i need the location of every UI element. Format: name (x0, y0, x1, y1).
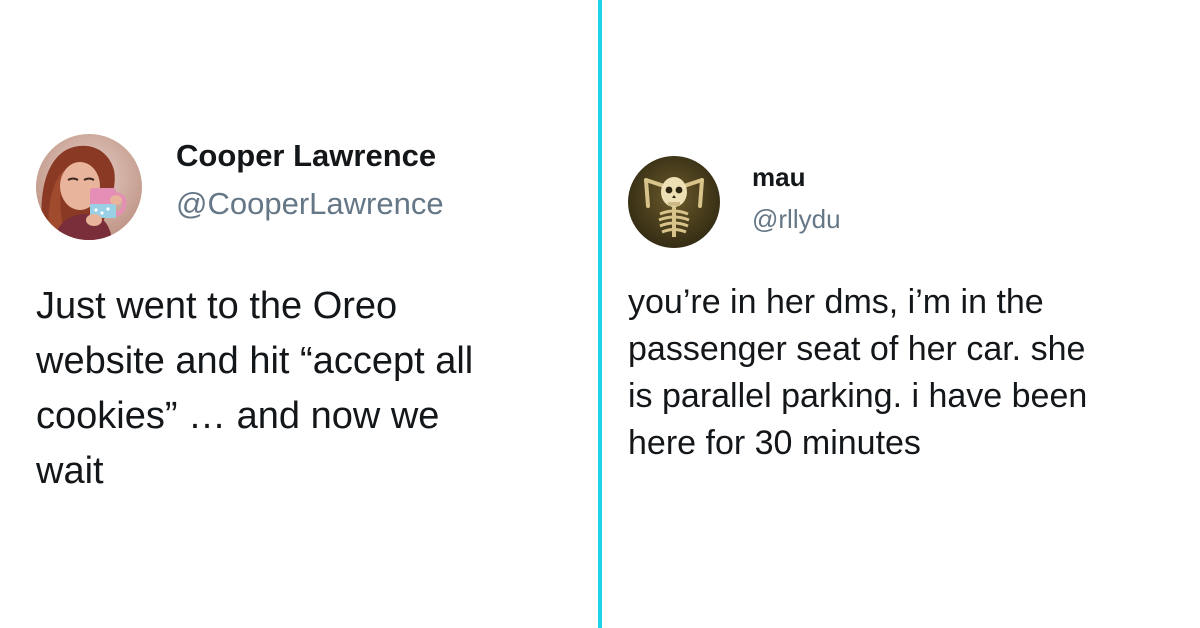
tweet-text-line: here for 30 minutes (628, 424, 921, 462)
user-handle[interactable]: @rllydu (752, 200, 841, 238)
tweet-text-line: passenger seat of her car. she (628, 330, 1086, 368)
tweet-text: Just went to the Oreo website and hit “a… (36, 279, 571, 499)
user-handle[interactable]: @CooperLawrence (176, 182, 444, 226)
meme-canvas: Cooper Lawrence @CooperLawrence Just wen… (0, 0, 1200, 628)
display-name[interactable]: mau (752, 158, 841, 196)
tweet-card-mau: mau @rllydu you’re in her dms, i’m in th… (628, 156, 1188, 467)
tweet-header: Cooper Lawrence @CooperLawrence (36, 134, 576, 240)
woman-avatar-icon (36, 134, 142, 240)
tweet-header: mau @rllydu (628, 156, 1188, 248)
user-avatar[interactable] (36, 134, 142, 240)
skeleton-avatar-icon (628, 156, 720, 248)
tweet-text-line: is parallel parking. i have been (628, 377, 1088, 415)
user-names: Cooper Lawrence @CooperLawrence (176, 134, 444, 226)
tweet-text-line: cookies” … and now we (36, 395, 440, 437)
display-name[interactable]: Cooper Lawrence (176, 134, 444, 178)
tweet-text: you’re in her dms, i’m in the passenger … (628, 279, 1188, 467)
user-names: mau @rllydu (752, 158, 841, 238)
vertical-divider (598, 0, 602, 628)
tweet-text-line: Just went to the Oreo (36, 285, 398, 327)
user-avatar[interactable] (628, 156, 720, 248)
tweet-card-cooper: Cooper Lawrence @CooperLawrence Just wen… (36, 134, 576, 499)
tweet-text-line: website and hit “accept all (36, 340, 474, 382)
tweet-text-line: wait (36, 450, 104, 492)
tweet-text-line: you’re in her dms, i’m in the (628, 283, 1044, 321)
